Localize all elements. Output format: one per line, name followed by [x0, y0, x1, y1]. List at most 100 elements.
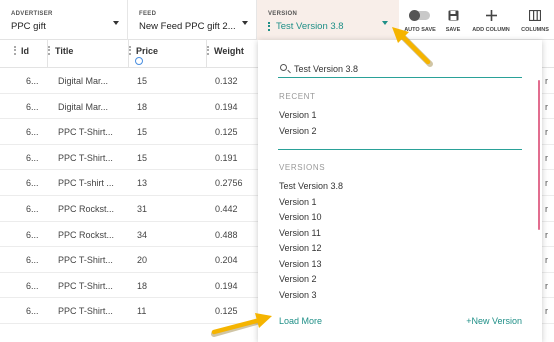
cell-title[interactable]: Digital Mar...: [58, 76, 108, 86]
column-header-label: Weight: [214, 46, 244, 56]
edit-icon[interactable]: [135, 57, 143, 65]
columns-button[interactable]: COLUMNS: [518, 8, 552, 33]
cell-id[interactable]: 6...: [26, 255, 39, 265]
cell-id[interactable]: 6...: [26, 178, 39, 188]
version-option[interactable]: Version 13: [279, 259, 322, 269]
cell-price[interactable]: 20: [137, 255, 147, 265]
toggle-icon[interactable]: [402, 8, 438, 22]
cell-price[interactable]: 15: [137, 127, 147, 137]
new-version-link[interactable]: +New Version: [466, 316, 522, 326]
cell-title[interactable]: PPC Rockst...: [58, 230, 114, 240]
chevron-down-icon[interactable]: [113, 21, 119, 25]
load-more-link[interactable]: Load More: [279, 316, 322, 326]
version-dropdown-panel: RECENT Version 1 Version 2 VERSIONS Test…: [258, 40, 542, 342]
dropdown-scrollbar[interactable]: [538, 80, 540, 230]
version-option[interactable]: Version 2: [279, 274, 317, 284]
cell-id[interactable]: 6...: [26, 127, 39, 137]
cell-id[interactable]: 6...: [26, 204, 39, 214]
version-option[interactable]: Version 10: [279, 212, 322, 222]
cell-weight[interactable]: 0.488: [215, 230, 238, 240]
chevron-down-icon[interactable]: [242, 21, 248, 25]
save-button[interactable]: SAVE: [442, 8, 464, 33]
version-option[interactable]: Version 3: [279, 290, 317, 300]
cell-weight[interactable]: 0.132: [215, 76, 238, 86]
cell-title[interactable]: PPC T-Shirt...: [58, 306, 113, 316]
search-icon: [280, 64, 287, 71]
annotation-arrow-icon: [392, 27, 433, 67]
cell-price[interactable]: 18: [137, 102, 147, 112]
cell-weight[interactable]: 0.2756: [215, 178, 243, 188]
cell-title[interactable]: PPC T-Shirt...: [58, 127, 113, 137]
cell-extra[interactable]: r: [545, 230, 548, 240]
cell-weight[interactable]: 0.194: [215, 281, 238, 291]
cell-extra[interactable]: r: [545, 153, 548, 163]
column-header-label: Title: [55, 46, 74, 56]
cell-id[interactable]: 6...: [26, 230, 39, 240]
version-option[interactable]: Version 1: [279, 197, 317, 207]
cell-extra[interactable]: r: [545, 306, 548, 316]
column-divider[interactable]: [47, 40, 48, 68]
cell-id[interactable]: 6...: [26, 306, 39, 316]
column-header-weight[interactable]: Weight: [207, 46, 244, 56]
column-divider[interactable]: [206, 40, 207, 68]
cell-price[interactable]: 18: [137, 281, 147, 291]
cell-title[interactable]: PPC Rockst...: [58, 204, 114, 214]
cell-weight[interactable]: 0.125: [215, 127, 238, 137]
cell-price[interactable]: 34: [137, 230, 147, 240]
cell-weight[interactable]: 0.204: [215, 255, 238, 265]
cell-weight[interactable]: 0.194: [215, 102, 238, 112]
save-icon: [442, 8, 464, 22]
cell-id[interactable]: 6...: [26, 153, 39, 163]
version-value: Test Version 3.8: [276, 21, 344, 32]
cell-title[interactable]: PPC T-Shirt...: [58, 255, 113, 265]
cell-id[interactable]: 6...: [26, 76, 39, 86]
version-label: VERSION: [268, 11, 298, 17]
cell-extra[interactable]: r: [545, 178, 548, 188]
cell-extra[interactable]: r: [545, 255, 548, 265]
column-divider[interactable]: [128, 40, 129, 68]
version-option[interactable]: Test Version 3.8: [279, 181, 343, 191]
columns-label: COLUMNS: [521, 27, 549, 33]
cell-extra[interactable]: r: [545, 281, 548, 291]
cell-price[interactable]: 13: [137, 178, 147, 188]
cell-id[interactable]: 6...: [26, 102, 39, 112]
column-header-id[interactable]: Id: [14, 46, 29, 56]
advertiser-select[interactable]: ADVERTISER PPC gift: [0, 0, 128, 40]
cell-title[interactable]: PPC T-Shirt...: [58, 281, 113, 291]
cell-price[interactable]: 15: [137, 76, 147, 86]
drag-handle-icon[interactable]: [129, 46, 131, 55]
cell-weight[interactable]: 0.191: [215, 153, 238, 163]
column-header-label: Id: [21, 46, 29, 56]
column-header-price[interactable]: Price: [129, 46, 158, 56]
columns-icon: [518, 8, 552, 22]
drag-handle-icon[interactable]: [14, 46, 16, 55]
feed-select[interactable]: FEED New Feed PPC gift 2...: [128, 0, 257, 40]
cell-extra[interactable]: r: [545, 127, 548, 137]
drag-handle-icon[interactable]: [207, 46, 209, 55]
version-option[interactable]: Version 11: [279, 228, 321, 238]
cell-extra[interactable]: r: [545, 204, 548, 214]
recent-option[interactable]: Version 1: [279, 110, 317, 120]
save-label: SAVE: [445, 27, 461, 33]
cell-title[interactable]: PPC T-Shirt...: [58, 153, 113, 163]
recent-section-title: RECENT: [279, 92, 316, 101]
cell-extra[interactable]: r: [545, 102, 548, 112]
cell-price[interactable]: 15: [137, 153, 147, 163]
recent-option[interactable]: Version 2: [279, 126, 317, 136]
advertiser-value: PPC gift: [11, 21, 46, 32]
cell-title[interactable]: PPC T-shirt ...: [58, 178, 114, 188]
advertiser-label: ADVERTISER: [11, 11, 53, 17]
version-option[interactable]: Version 12: [279, 243, 322, 253]
cell-id[interactable]: 6...: [26, 281, 39, 291]
cell-extra[interactable]: r: [545, 76, 548, 86]
add-column-button[interactable]: ADD COLUMN: [469, 8, 513, 33]
cell-weight[interactable]: 0.442: [215, 204, 238, 214]
column-header-title[interactable]: Title: [48, 46, 73, 56]
drag-handle-icon[interactable]: [48, 46, 50, 55]
version-select[interactable]: VERSION Test Version 3.8: [257, 0, 399, 40]
cell-price[interactable]: 31: [137, 204, 147, 214]
cell-title[interactable]: Digital Mar...: [58, 102, 108, 112]
plus-icon: [469, 8, 513, 22]
add-column-label: ADD COLUMN: [472, 27, 510, 33]
cell-price[interactable]: 11: [137, 306, 146, 316]
